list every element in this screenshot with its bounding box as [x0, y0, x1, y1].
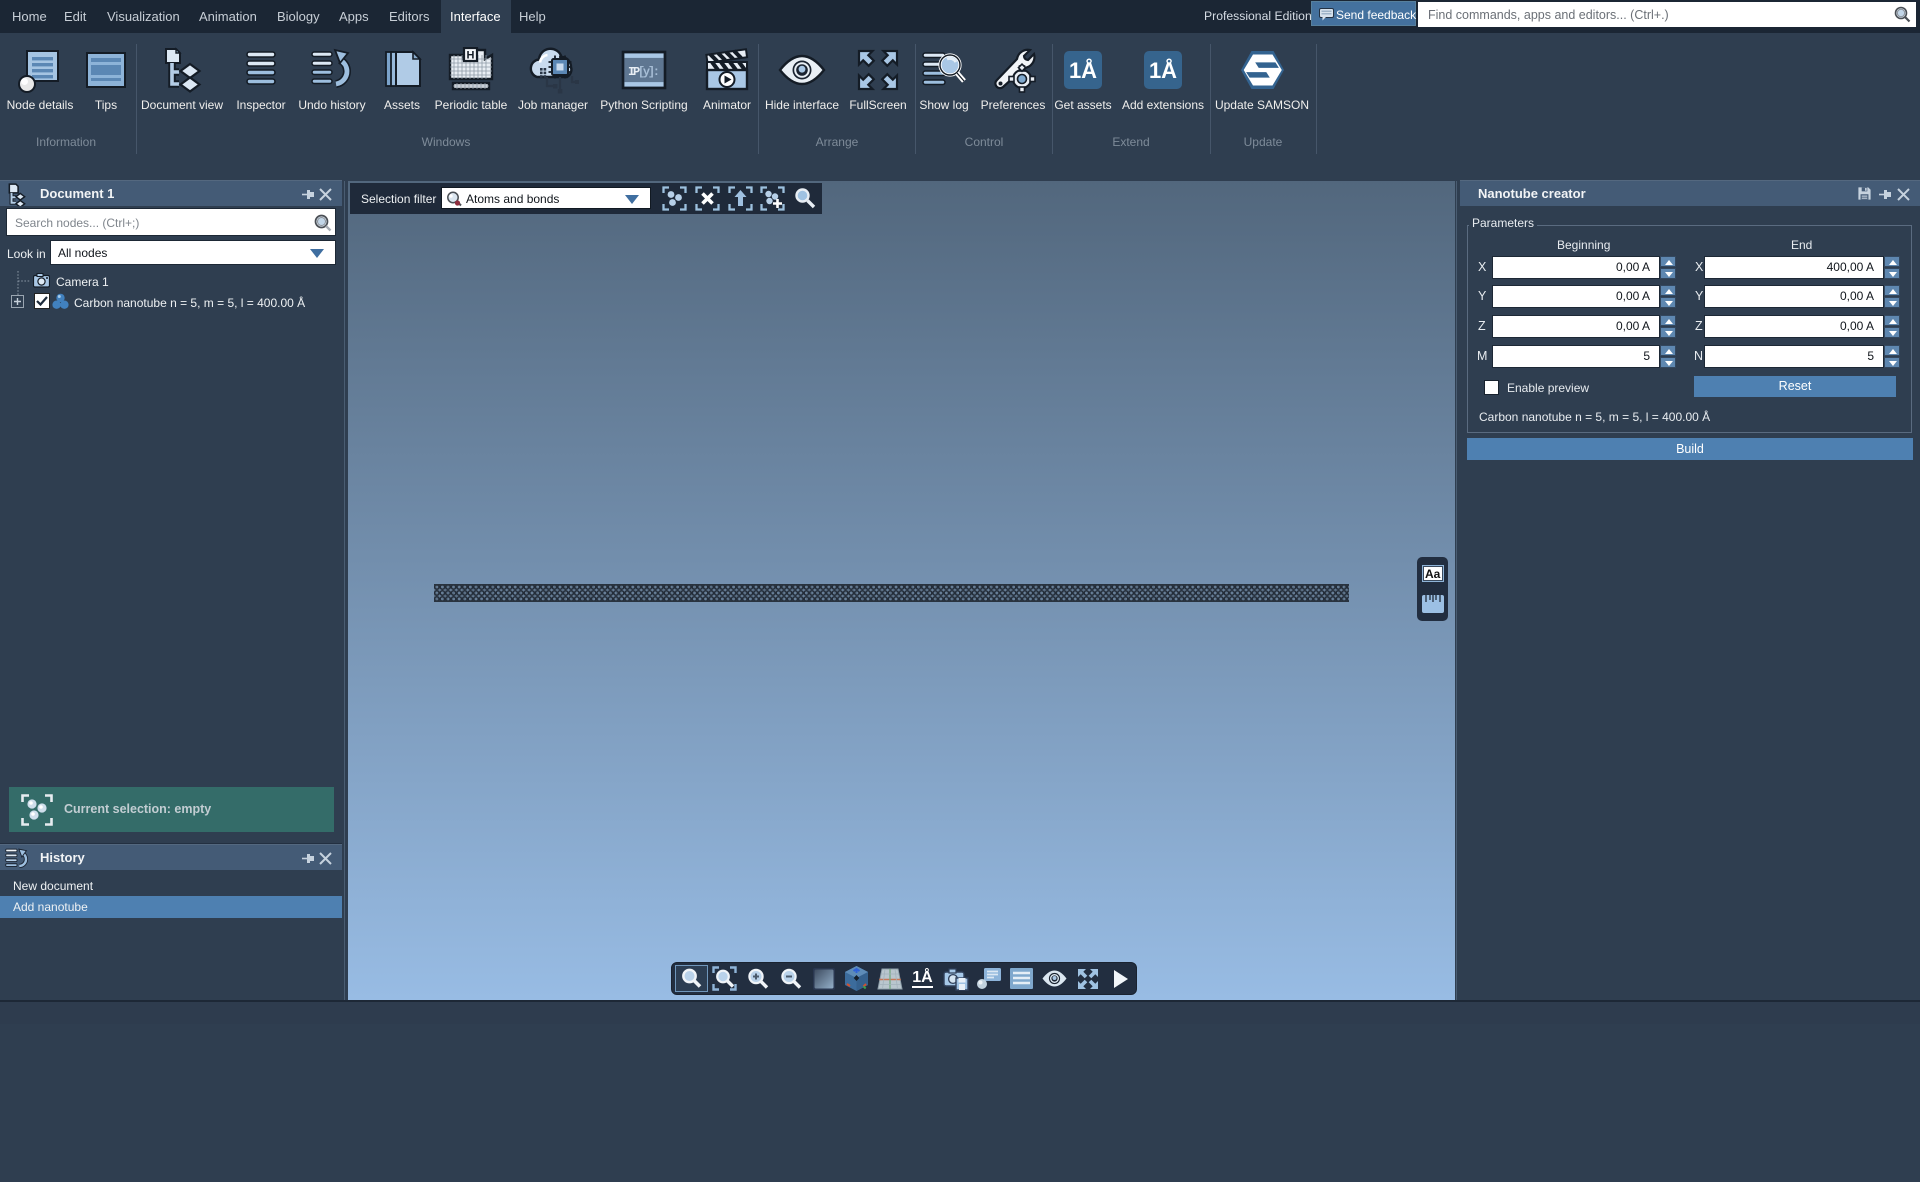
svg-text:IP[y]:: IP[y]:: [628, 65, 660, 79]
svg-text:1Å: 1Å: [1149, 57, 1177, 83]
svg-text:1Å: 1Å: [1069, 57, 1097, 83]
svg-text:H: H: [467, 50, 475, 62]
